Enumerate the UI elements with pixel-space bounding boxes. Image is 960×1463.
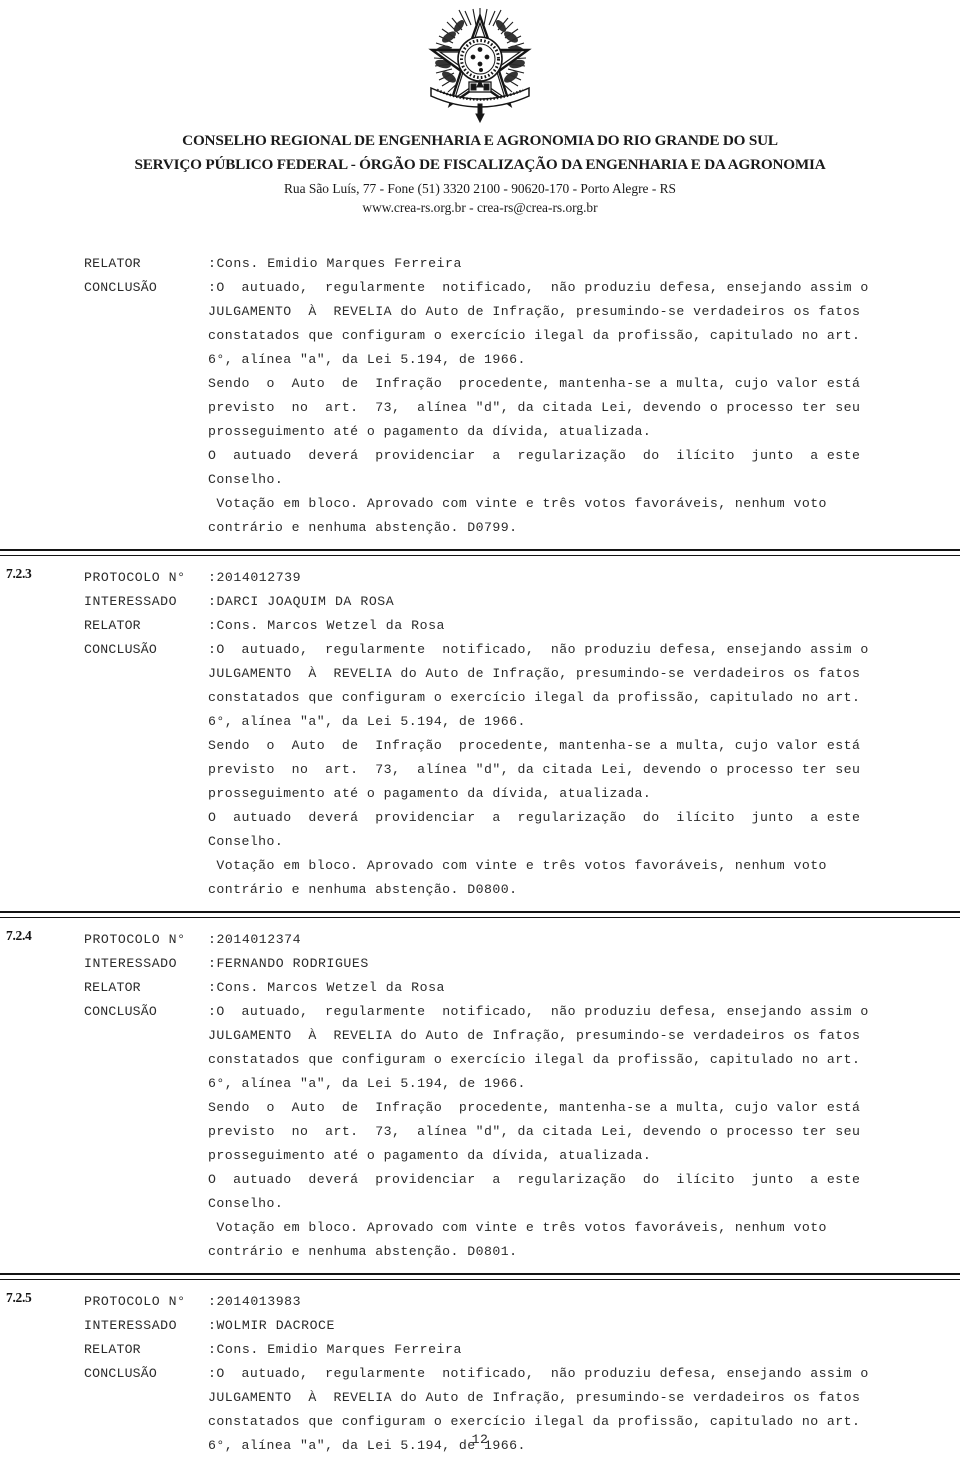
section-number: 7.2.5	[6, 1290, 32, 1305]
conclusao-line: prosseguimento até o pagamento da dívida…	[208, 424, 652, 439]
org-website: www.crea-rs.org.br - crea-rs@crea-rs.org…	[362, 200, 598, 215]
conclusao-line: O autuado deverá providenciar a regulari…	[208, 1172, 861, 1187]
relator-row: RELATOR :Cons. Marcos Wetzel da Rosa	[84, 614, 960, 638]
relator-label: RELATOR	[84, 618, 141, 633]
relator-value: :Cons. Marcos Wetzel da Rosa	[208, 980, 445, 995]
section-divider	[0, 908, 960, 926]
interessado-row: INTERESSADO :WOLMIR DACROCE	[84, 1314, 960, 1338]
section-divider	[0, 546, 960, 564]
protocolo-value: :2014012374	[208, 932, 302, 947]
protocolo-value: :2014012739	[208, 570, 302, 585]
interessado-value: :WOLMIR DACROCE	[208, 1318, 335, 1333]
relator-label: RELATOR	[84, 1342, 141, 1357]
document-page: CONSELHO REGIONAL DE ENGENHARIA E AGRONO…	[0, 0, 960, 1463]
org-name-line2: SERVIÇO PÚBLICO FEDERAL - ÓRGÃO DE FISCA…	[134, 156, 826, 173]
interessado-label: INTERESSADO	[84, 956, 178, 971]
conclusao-line: contrário e nenhuma abstenção. D0799.	[208, 520, 518, 535]
conclusao-line: JULGAMENTO À REVELIA do Auto de Infração…	[208, 304, 861, 319]
conclusao-line: previsto no art. 73, alínea "d", da cita…	[208, 400, 861, 415]
conclusao-line: constatados que configuram o exercício i…	[208, 690, 861, 705]
relator-row: RELATOR :Cons. Marcos Wetzel da Rosa	[84, 976, 960, 1000]
conclusao-line: JULGAMENTO À REVELIA do Auto de Infração…	[208, 1390, 861, 1405]
conclusao-line: prosseguimento até o pagamento da dívida…	[208, 1148, 652, 1163]
conclusao-line: previsto no art. 73, alínea "d", da cita…	[208, 762, 861, 777]
conclusao-line: JULGAMENTO À REVELIA do Auto de Infração…	[208, 1028, 861, 1043]
section-rows: PROTOCOLO N° :2014012739 INTERESSADO :DA…	[84, 566, 960, 902]
section-rows: PROTOCOLO N° :2014012374 INTERESSADO :FE…	[84, 928, 960, 1264]
conclusao-row: CONCLUSÃO :O autuado, regularmente notif…	[84, 276, 960, 300]
section-block: 7.2.3 PROTOCOLO N° :2014012739 INTERESSA…	[0, 566, 960, 902]
conclusao-line: previsto no art. 73, alínea "d", da cita…	[208, 1124, 861, 1139]
conclusao-line: Votação em bloco. Aprovado com vinte e t…	[208, 1220, 827, 1235]
interessado-row: INTERESSADO :DARCI JOAQUIM DA ROSA	[84, 590, 960, 614]
conclusao-first-line: :O autuado, regularmente notificado, não…	[208, 280, 869, 295]
section-divider	[0, 1270, 960, 1288]
relator-row: RELATOR :Cons. Emidio Marques Ferreira	[84, 1338, 960, 1362]
org-name-line1: CONSELHO REGIONAL DE ENGENHARIA E AGRONO…	[182, 132, 778, 149]
conclusao-line: O autuado deverá providenciar a regulari…	[208, 448, 861, 463]
protocolo-label: PROTOCOLO N°	[84, 932, 186, 947]
conclusao-row: CONCLUSÃO :O autuado, regularmente notif…	[84, 1000, 960, 1024]
conclusao-row: CONCLUSÃO :O autuado, regularmente notif…	[84, 1362, 960, 1386]
relator-label: RELATOR	[84, 980, 141, 995]
conclusao-line: Sendo o Auto de Infração procedente, man…	[208, 738, 861, 753]
protocolo-label: PROTOCOLO N°	[84, 570, 186, 585]
brazil-coat-of-arms-emblem	[428, 8, 532, 124]
relator-label: RELATOR	[84, 256, 141, 271]
page-number: 12	[471, 1432, 489, 1447]
section-rows: RELATOR :Cons. Emidio Marques Ferreira C…	[84, 252, 960, 540]
section-block: 7.2.4 PROTOCOLO N° :2014012374 INTERESSA…	[0, 928, 960, 1264]
conclusao-line: Conselho.	[208, 472, 284, 487]
conclusao-line: JULGAMENTO À REVELIA do Auto de Infração…	[208, 666, 861, 681]
section-block: RELATOR :Cons. Emidio Marques Ferreira C…	[0, 252, 960, 540]
conclusao-label: CONCLUSÃO	[84, 1004, 158, 1019]
interessado-label: INTERESSADO	[84, 1318, 178, 1333]
section-number: 7.2.4	[6, 928, 32, 943]
interessado-row: INTERESSADO :FERNANDO RODRIGUES	[84, 952, 960, 976]
conclusao-line: Votação em bloco. Aprovado com vinte e t…	[208, 496, 827, 511]
conclusao-line: Conselho.	[208, 834, 284, 849]
document-body: RELATOR :Cons. Emidio Marques Ferreira C…	[0, 252, 960, 1458]
section-number: 7.2.3	[6, 566, 32, 581]
conclusao-line: constatados que configuram o exercício i…	[208, 1052, 861, 1067]
protocolo-row: PROTOCOLO N° :2014012739	[84, 566, 960, 590]
protocolo-value: :2014013983	[208, 1294, 302, 1309]
conclusao-line: prosseguimento até o pagamento da dívida…	[208, 786, 652, 801]
relator-value: :Cons. Marcos Wetzel da Rosa	[208, 618, 445, 633]
conclusao-line: constatados que configuram o exercício i…	[208, 328, 861, 343]
conclusao-label: CONCLUSÃO	[84, 1366, 158, 1381]
conclusao-line: contrário e nenhuma abstenção. D0801.	[208, 1244, 518, 1259]
conclusao-label: CONCLUSÃO	[84, 642, 158, 657]
interessado-value: :DARCI JOAQUIM DA ROSA	[208, 594, 395, 609]
conclusao-line: O autuado deverá providenciar a regulari…	[208, 810, 861, 825]
conclusao-line: Sendo o Auto de Infração procedente, man…	[208, 376, 861, 391]
conclusao-first-line: :O autuado, regularmente notificado, não…	[208, 1366, 869, 1381]
interessado-value: :FERNANDO RODRIGUES	[208, 956, 369, 971]
protocolo-label: PROTOCOLO N°	[84, 1294, 186, 1309]
conclusao-line: 6°, alínea "a", da Lei 5.194, de 1966.	[208, 1076, 526, 1091]
conclusao-line: 6°, alínea "a", da Lei 5.194, de 1966.	[208, 352, 526, 367]
conclusao-label: CONCLUSÃO	[84, 280, 158, 295]
org-address: Rua São Luís, 77 - Fone (51) 3320 2100 -…	[283, 181, 676, 196]
relator-row: RELATOR :Cons. Emidio Marques Ferreira	[84, 252, 960, 276]
conclusao-line: Sendo o Auto de Infração procedente, man…	[208, 1100, 861, 1115]
conclusao-line: constatados que configuram o exercício i…	[208, 1414, 861, 1429]
protocolo-row: PROTOCOLO N° :2014013983	[84, 1290, 960, 1314]
interessado-label: INTERESSADO	[84, 594, 178, 609]
conclusao-row: CONCLUSÃO :O autuado, regularmente notif…	[84, 638, 960, 662]
conclusao-first-line: :O autuado, regularmente notificado, não…	[208, 1004, 869, 1019]
relator-value: :Cons. Emidio Marques Ferreira	[208, 1342, 462, 1357]
relator-value: :Cons. Emidio Marques Ferreira	[208, 256, 462, 271]
protocolo-row: PROTOCOLO N° :2014012374	[84, 928, 960, 952]
conclusao-line: Votação em bloco. Aprovado com vinte e t…	[208, 858, 827, 873]
page-header: CONSELHO REGIONAL DE ENGENHARIA E AGRONO…	[0, 0, 960, 216]
conclusao-line: Conselho.	[208, 1196, 284, 1211]
conclusao-line: contrário e nenhuma abstenção. D0800.	[208, 882, 518, 897]
conclusao-line: 6°, alínea "a", da Lei 5.194, de 1966.	[208, 714, 526, 729]
conclusao-first-line: :O autuado, regularmente notificado, não…	[208, 642, 869, 657]
